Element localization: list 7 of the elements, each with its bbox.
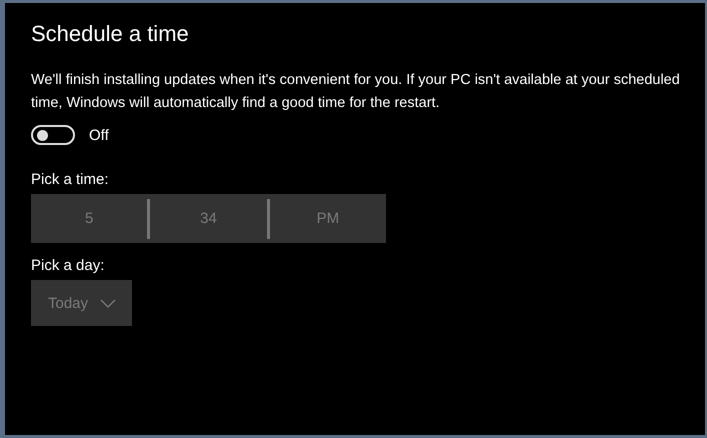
toggle-state-label: Off	[89, 126, 109, 144]
section-title: Schedule a time	[31, 21, 190, 47]
toggle-switch[interactable]	[31, 125, 75, 145]
chevron-down-icon	[100, 298, 116, 308]
day-label: Pick a day:	[31, 257, 106, 274]
description-text: We'll finish installing updates when it's convenient for you. If your PC isn't available at your scheduled time, Windows will automatically find a good time for the restart.	[31, 71, 681, 113]
time-label: Pick a time:	[31, 171, 110, 188]
